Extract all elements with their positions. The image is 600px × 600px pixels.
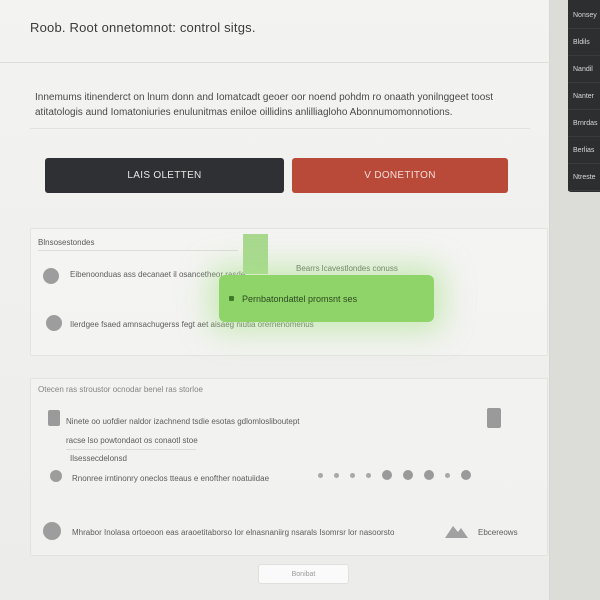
dot-large-icon bbox=[403, 470, 413, 480]
dot-large-icon bbox=[382, 470, 392, 480]
section-2-row-5-right: Ebcereows bbox=[478, 528, 518, 537]
side-menu-item-7[interactable]: Ntreste bbox=[568, 164, 600, 191]
dot-icon bbox=[334, 472, 339, 478]
section-2-row-3: Ilsessecdelonsd bbox=[70, 454, 127, 463]
danger-button[interactable]: V DONETITON bbox=[292, 158, 508, 193]
side-menu-item-4[interactable]: Nanter bbox=[568, 83, 600, 110]
intro-line-2: atitatologis aund Iomatoniuries enulunit… bbox=[35, 107, 453, 118]
section-2-row-2: racse lso powtondaot os conaotl stoe bbox=[66, 436, 198, 445]
dot-large-icon bbox=[424, 470, 434, 480]
document-icon bbox=[48, 410, 60, 426]
dot-icon bbox=[445, 472, 450, 478]
message-icon bbox=[43, 522, 61, 540]
dot-icon bbox=[350, 472, 355, 478]
page-title: Roob. Root onnetomnot: control sitgs. bbox=[30, 20, 256, 35]
dot-icon bbox=[318, 472, 323, 478]
section-1-divider bbox=[38, 250, 238, 251]
side-menu-item-2[interactable]: Bldils bbox=[568, 29, 600, 56]
dot-large-icon bbox=[461, 470, 471, 480]
toast-message: Pernbatondattel promsnt ses bbox=[242, 293, 358, 304]
submit-button[interactable]: Bonibat bbox=[258, 564, 349, 584]
section-1-row-1-right: Bearrs lcavestlondes conuss bbox=[296, 264, 398, 273]
rating-dots[interactable] bbox=[318, 470, 471, 480]
intro-divider bbox=[30, 128, 530, 129]
side-menu-item-6[interactable]: Berlias bbox=[568, 137, 600, 164]
side-menu: Nonsey Bldils Nandil Nanter Brnrdas Berl… bbox=[568, 0, 600, 192]
toast-status-icon bbox=[229, 296, 234, 301]
section-2-row-5[interactable]: Mhrabor Inolasa ortoeoon eas araoetitabo… bbox=[72, 528, 394, 537]
side-menu-item-3[interactable]: Nandil bbox=[568, 56, 600, 83]
section-2-divider bbox=[66, 449, 196, 450]
side-menu-item-1[interactable]: Nonsey bbox=[568, 2, 600, 29]
side-menu-item-5[interactable]: Brnrdas bbox=[568, 110, 600, 137]
intro-line-1: Innemums itinenderct on lnum donn and Io… bbox=[35, 92, 494, 103]
speech-bubble-icon bbox=[43, 268, 59, 284]
chat-icon bbox=[46, 315, 62, 331]
section-2-row-4[interactable]: Rnonree irntinonry oneclos tteaus e enof… bbox=[72, 474, 269, 483]
highlight-marker bbox=[243, 234, 268, 274]
section-2-row-1[interactable]: Ninete oo uofdier naldor izachnend tsdie… bbox=[66, 417, 299, 426]
section-1-label: Blnsosestondes bbox=[38, 238, 95, 247]
cloud-icon bbox=[445, 526, 468, 538]
file-icon[interactable] bbox=[487, 408, 501, 428]
primary-button[interactable]: LAIS OLETTEN bbox=[45, 158, 284, 193]
success-toast[interactable]: Pernbatondattel promsnt ses bbox=[219, 275, 434, 322]
dot-icon bbox=[366, 472, 371, 478]
intro-text: Innemums itinenderct on lnum donn and Io… bbox=[35, 90, 525, 120]
header-divider bbox=[0, 62, 550, 63]
info-icon bbox=[50, 470, 62, 482]
